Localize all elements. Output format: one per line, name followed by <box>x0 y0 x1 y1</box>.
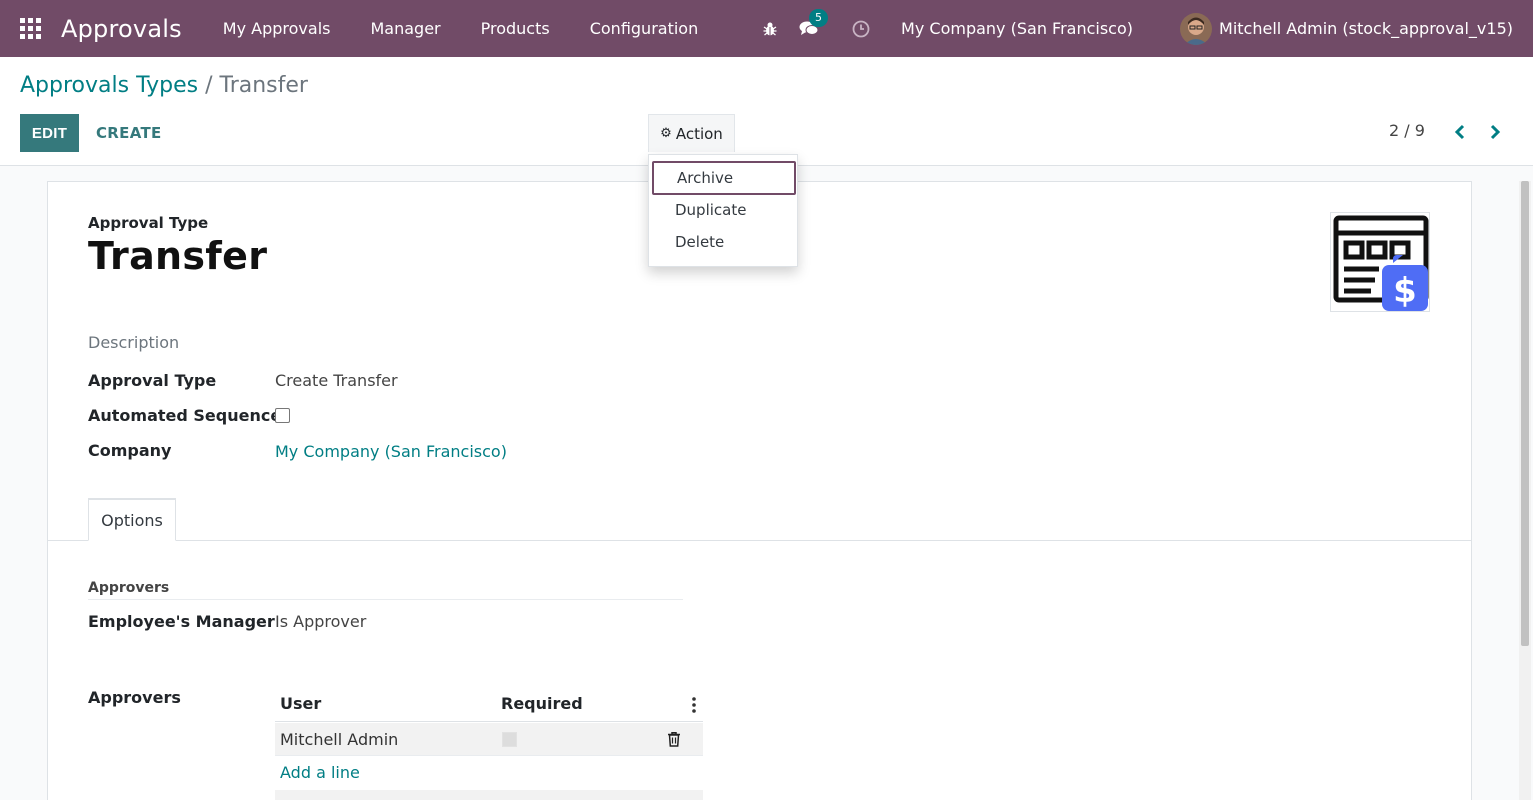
user-name: Mitchell Admin (stock_approval_v15) <box>1219 19 1513 38</box>
table-footer-row <box>275 790 703 800</box>
action-dropdown: Archive Duplicate Delete <box>648 154 798 267</box>
messages-badge: 5 <box>809 8 829 27</box>
record-title: Transfer <box>88 234 268 278</box>
svg-text:$: $ <box>1393 271 1417 311</box>
approvers-label: Approvers <box>88 688 181 707</box>
trash-icon[interactable] <box>666 731 682 747</box>
approval-type-label: Approval Type <box>88 371 217 390</box>
add-line-link[interactable]: Add a line <box>280 763 360 782</box>
row-user[interactable]: Mitchell Admin <box>280 730 398 749</box>
employee-manager-value: Is Approver <box>275 612 367 631</box>
archive-menu-item[interactable]: Archive <box>652 161 796 195</box>
avatar <box>1180 12 1213 45</box>
record-image[interactable]: $ <box>1330 212 1430 312</box>
automated-sequence-checkbox[interactable] <box>275 408 290 423</box>
column-user[interactable]: User <box>280 694 321 713</box>
menu-my-approvals[interactable]: My Approvals <box>203 19 351 38</box>
column-required[interactable]: Required <box>501 694 583 713</box>
row-required-checkbox[interactable] <box>502 732 517 747</box>
group-divider <box>88 599 683 600</box>
app-title[interactable]: Approvals <box>61 15 182 43</box>
action-button[interactable]: ⚙ Action <box>648 114 735 152</box>
duplicate-menu-item[interactable]: Duplicate <box>652 193 796 227</box>
approvers-table-header <box>275 688 703 722</box>
breadcrumb-separator: / <box>205 73 213 98</box>
company-link[interactable]: My Company (San Francisco) <box>275 442 507 461</box>
tabs-divider <box>48 540 1471 541</box>
breadcrumb-current: Transfer <box>219 73 308 98</box>
pager-value[interactable]: 2 / 9 <box>1389 121 1425 140</box>
automated-sequence-label: Automated Sequence? <box>88 406 291 425</box>
main-menu: My Approvals Manager Products Configurat… <box>203 19 718 38</box>
employee-manager-label: Employee's Manager <box>88 612 275 631</box>
chevron-left-icon[interactable] <box>1450 121 1470 143</box>
description-label[interactable]: Description <box>88 333 179 352</box>
breadcrumb-parent[interactable]: Approvals Types <box>20 73 198 98</box>
action-label: Action <box>675 124 723 143</box>
invoice-dollar-icon: $ <box>1333 215 1429 311</box>
apps-grid-icon[interactable] <box>20 17 42 40</box>
approvers-group-title: Approvers <box>88 580 170 596</box>
create-button[interactable]: CREATE <box>96 114 162 152</box>
menu-products[interactable]: Products <box>461 19 570 38</box>
company-label: Company <box>88 441 172 460</box>
edit-button[interactable]: EDIT <box>20 114 79 152</box>
company-switcher[interactable]: My Company (San Francisco) <box>901 19 1133 38</box>
tab-options[interactable]: Options <box>88 498 176 541</box>
scrollbar[interactable] <box>1519 181 1531 800</box>
approval-type-caption: Approval Type <box>88 214 209 232</box>
chevron-right-icon[interactable] <box>1485 121 1505 143</box>
clock-icon[interactable] <box>851 19 871 39</box>
menu-manager[interactable]: Manager <box>350 19 460 38</box>
gear-icon: ⚙ <box>660 126 672 141</box>
chat-icon[interactable]: 5 <box>799 8 829 39</box>
navbar-systray: 5 My Company (San Francisco) Mitchell Ad… <box>760 0 1533 57</box>
breadcrumb: Approvals Types / Transfer <box>20 73 308 98</box>
top-navbar: Approvals My Approvals Manager Products … <box>0 0 1533 57</box>
approval-type-value: Create Transfer <box>275 371 398 390</box>
user-menu[interactable]: Mitchell Admin (stock_approval_v15) <box>1180 12 1513 45</box>
scrollbar-thumb[interactable] <box>1521 181 1529 646</box>
bug-icon[interactable] <box>760 19 780 39</box>
kebab-menu-icon[interactable] <box>689 696 699 714</box>
delete-menu-item[interactable]: Delete <box>652 225 796 259</box>
control-panel: Approvals Types / Transfer EDIT CREATE ⚙… <box>0 57 1533 166</box>
menu-configuration[interactable]: Configuration <box>570 19 719 38</box>
